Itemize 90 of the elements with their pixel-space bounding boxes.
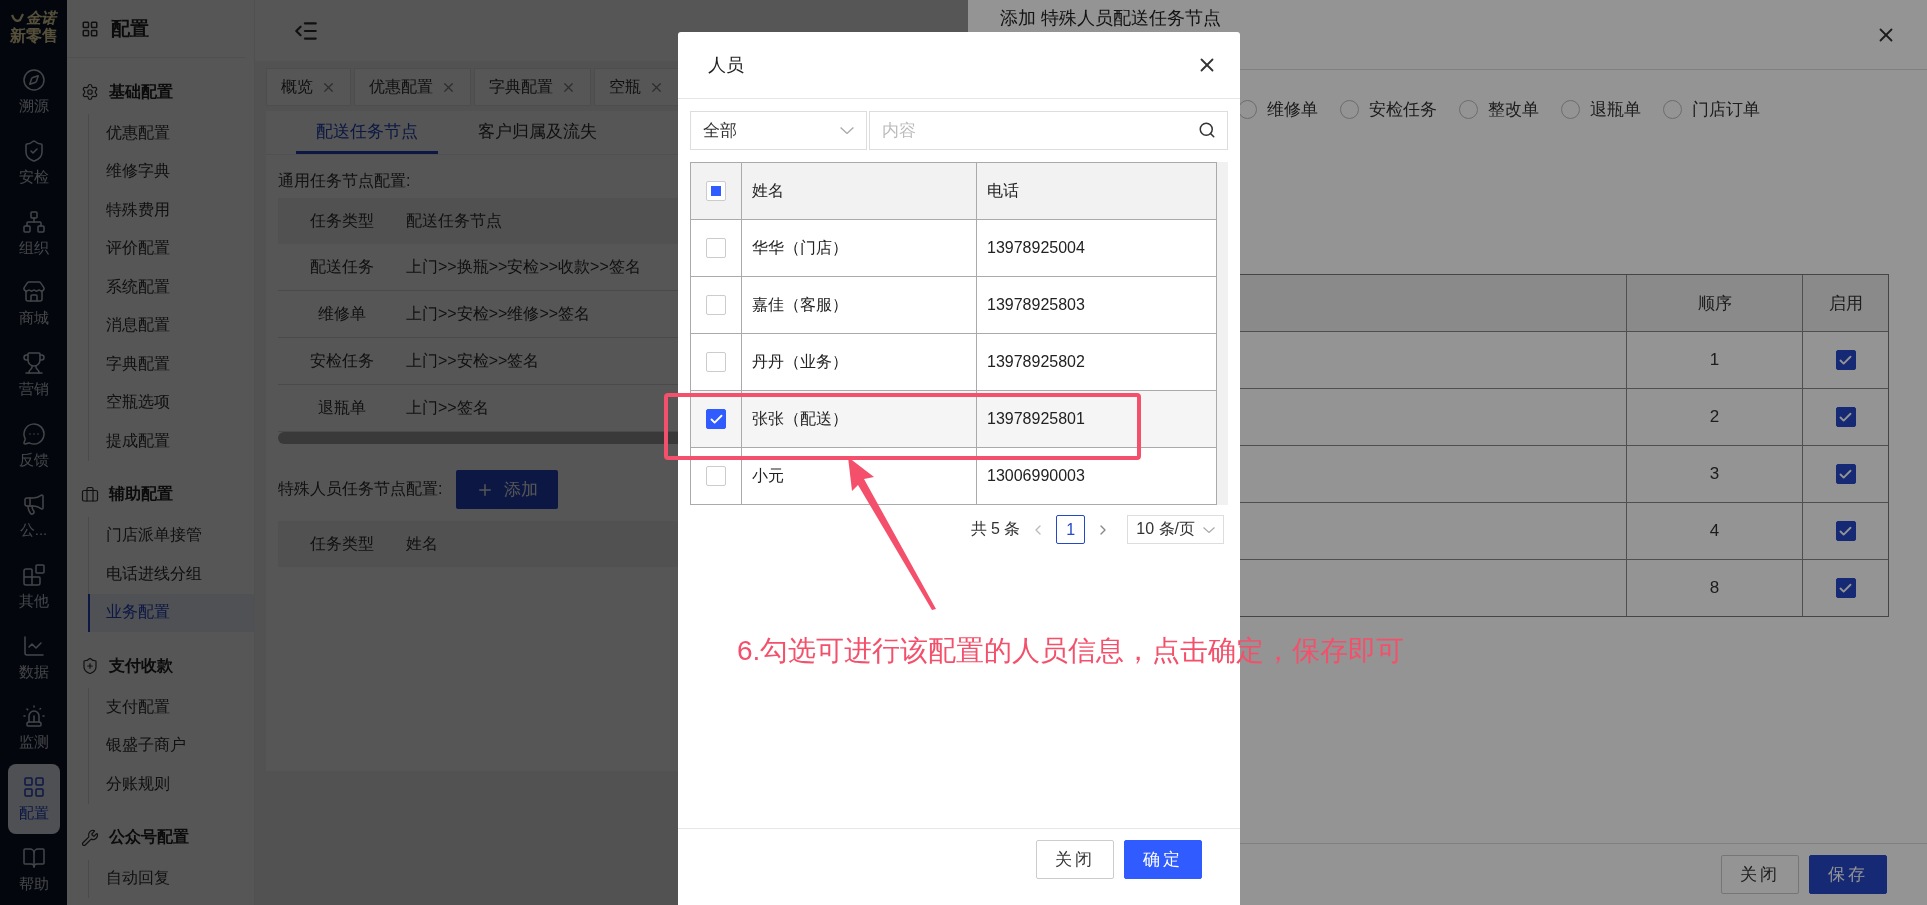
chat-icon: [21, 421, 46, 446]
drawer-title: 添加 特殊人员配送任务节点: [1000, 6, 1221, 30]
checkbox[interactable]: [1835, 350, 1856, 370]
table-cell-text: 上门>>签名: [406, 397, 489, 418]
menu-title: 配置: [111, 16, 149, 41]
grid-icon: [21, 775, 46, 799]
page-size-select[interactable]: 10 条/页: [1127, 515, 1224, 544]
checkbox[interactable]: [1835, 407, 1856, 427]
compass-icon: [21, 68, 46, 93]
checkbox[interactable]: [1835, 464, 1856, 484]
table-header: 任务类型: [309, 210, 375, 231]
search-field[interactable]: 内容: [869, 111, 1228, 150]
search-icon[interactable]: [1198, 121, 1216, 139]
table-header: 姓名: [406, 533, 438, 554]
briefcase-icon: [81, 485, 99, 504]
store-icon: [21, 280, 46, 305]
wrench-icon: [81, 828, 99, 847]
select-all-checkbox[interactable]: [706, 181, 726, 201]
blocks-icon: [21, 562, 46, 587]
menu-group-title: 公众号配置: [109, 827, 189, 847]
table-cell-text: 上门>>安检>>签名: [406, 350, 540, 371]
chart-icon: [21, 633, 46, 658]
menu-item[interactable]: 评价配置: [88, 229, 254, 268]
siren-icon: [21, 704, 46, 729]
table-cell-text: 配送任务: [309, 256, 375, 277]
section-label: 通用任务节点配置:: [278, 171, 411, 191]
menu-item[interactable]: 提成配置: [88, 422, 254, 461]
menu-item[interactable]: 业务配置: [88, 593, 254, 632]
menu-item[interactable]: 字典配置: [88, 345, 254, 384]
total-count: 共 5 条: [970, 519, 1021, 539]
radio-option[interactable]: 安检任务: [1340, 96, 1437, 122]
menu-item[interactable]: 门店派单接管: [88, 516, 254, 555]
close-button[interactable]: 关闭: [1721, 855, 1799, 894]
add-button[interactable]: 添加: [456, 470, 559, 509]
grid-icon: [81, 19, 99, 38]
table-cell: 13006990003: [976, 448, 1216, 504]
checkbox[interactable]: [706, 409, 726, 429]
menu-group-title: 基础配置: [109, 81, 173, 102]
scrollbar[interactable]: [1217, 162, 1228, 505]
table-header: 配送任务节点: [406, 210, 502, 231]
logo: 金诺: [26, 10, 56, 27]
page-tab[interactable]: 概览: [266, 68, 351, 106]
page-number[interactable]: 1: [1056, 515, 1086, 544]
menu-item[interactable]: 分账规则: [88, 765, 254, 804]
shield-icon: [81, 657, 99, 675]
page-tab[interactable]: 字典配置: [474, 68, 591, 106]
page-tab[interactable]: 优惠配置: [354, 68, 471, 106]
menu-item[interactable]: 消息配置: [88, 306, 254, 345]
logo-icon: [11, 12, 25, 25]
menu-item[interactable]: 优惠配置: [88, 114, 254, 153]
menu-item[interactable]: 支付配置: [88, 688, 254, 727]
table-cell-text: 安检任务: [309, 350, 375, 371]
rail-item[interactable]: 配置: [7, 763, 60, 835]
menu-item[interactable]: 空瓶选项: [88, 383, 254, 422]
section-label: 特殊人员任务节点配置:: [278, 479, 443, 499]
filter-select[interactable]: 全部: [690, 111, 867, 150]
trophy-icon: [21, 350, 46, 375]
gear-icon: [81, 83, 99, 101]
checkbox[interactable]: [1835, 521, 1856, 541]
page-tab[interactable]: 空瓶: [594, 68, 679, 106]
menu-item[interactable]: 银盛子商户: [88, 726, 254, 765]
confirm-button[interactable]: 确定: [1124, 839, 1202, 879]
menu-item[interactable]: 自动回复: [88, 859, 254, 898]
menu-group-title: 支付收款: [109, 655, 173, 676]
table-header: 任务类型: [309, 533, 375, 554]
table-cell: 8: [1626, 560, 1802, 616]
radio-option[interactable]: 退瓶单: [1561, 96, 1641, 122]
menu-item[interactable]: 特殊费用: [88, 191, 254, 230]
dialog-title: 人员: [708, 54, 744, 77]
brand-name: 新零售: [9, 26, 58, 47]
sub-tab[interactable]: 客户归属及流失: [458, 111, 617, 154]
table-cell-text: 上门>>换瓶>>安检>>收款>>签名: [406, 256, 641, 277]
table-cell-text: 上门>>安检>>维修>>签名: [406, 303, 591, 324]
menu-item[interactable]: 维修字典: [88, 152, 254, 191]
chevron-down-icon: [840, 127, 854, 134]
network-icon: [21, 209, 46, 234]
chevron-down-icon: [1203, 526, 1215, 533]
megaphone-icon: [21, 492, 46, 517]
table-cell-text: 维修单: [317, 303, 367, 324]
book-icon: [21, 845, 46, 870]
save-button[interactable]: 保存: [1809, 855, 1887, 894]
sub-tab[interactable]: 配送任务节点: [296, 111, 438, 154]
radio-option[interactable]: 门店订单: [1663, 96, 1760, 122]
radio-option[interactable]: 整改单: [1459, 96, 1539, 122]
table-cell-text: 退瓶单: [317, 397, 367, 418]
menu-item[interactable]: 电话进线分组: [88, 555, 254, 594]
close-button[interactable]: 关闭: [1036, 839, 1114, 879]
menu-item[interactable]: 系统配置: [88, 268, 254, 307]
menu-group-title: 辅助配置: [109, 484, 173, 504]
checkbox[interactable]: [1835, 578, 1856, 598]
